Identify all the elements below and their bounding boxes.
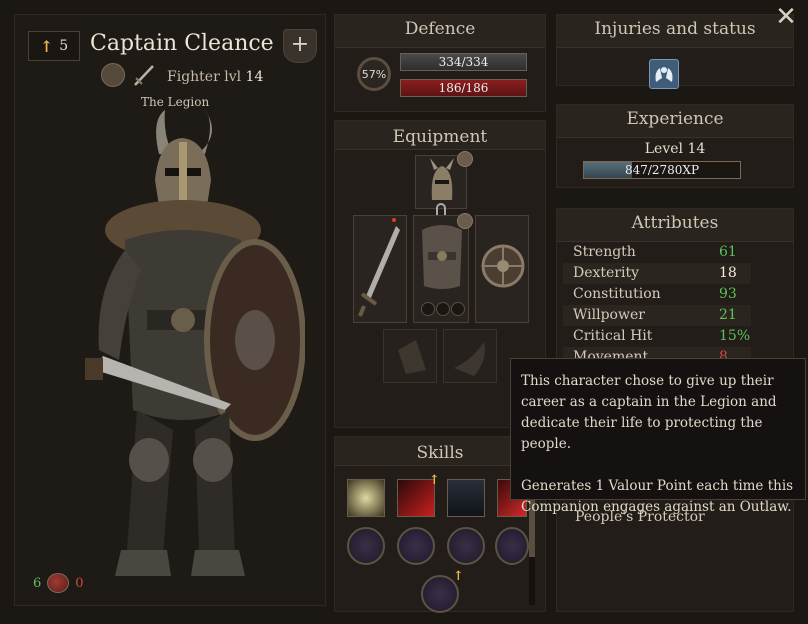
protective-hands-status-icon[interactable] <box>649 59 679 89</box>
experience-title: Experience <box>626 109 724 129</box>
character-level: 14 <box>245 69 264 85</box>
attribute-value: 18 <box>719 265 737 281</box>
lightning-skill-icon[interactable] <box>495 527 529 565</box>
character-panel: ↑ 5 Captain Cleance + Fighter lvl 14 The… <box>14 14 326 606</box>
gem-socket[interactable] <box>451 302 465 316</box>
sword-icon <box>358 226 400 317</box>
faction-label: The Legion <box>141 95 210 109</box>
attribute-value: 93 <box>719 286 737 302</box>
experience-level: Level 14 <box>644 141 706 157</box>
morality-counts: 6 0 <box>33 573 84 593</box>
swirl-skill-icon[interactable] <box>447 527 485 565</box>
notification-dot <box>392 218 396 222</box>
character-portrait <box>85 110 305 576</box>
guardian-skill-icon[interactable] <box>447 479 485 517</box>
empty-accessory-slot[interactable] <box>383 329 437 383</box>
health-bar[interactable]: 186/186 <box>400 79 527 97</box>
trait-tooltip: This character chose to give up their ca… <box>510 358 806 515</box>
experience-panel: Experience Level 14 847/2780XP <box>556 104 794 188</box>
equipment-title: Equipment <box>392 127 488 147</box>
attribute-value: 21 <box>719 307 737 323</box>
plus-shield-icon[interactable]: + <box>283 29 317 63</box>
attribute-row[interactable]: Critical Hit 15% <box>563 326 751 347</box>
character-name: Captain Cleance <box>90 31 274 56</box>
defence-percent-icon[interactable]: 57% <box>357 57 391 91</box>
attribute-row[interactable]: Strength 61 <box>563 242 751 263</box>
upgrade-arrow-icon: ↑ <box>453 569 464 584</box>
defence-title: Defence <box>404 19 476 39</box>
tri-blade-skill-icon[interactable] <box>347 479 385 517</box>
tooltip-paragraph: This character chose to give up their ca… <box>521 373 777 452</box>
xp-bar[interactable]: 847/2780XP <box>583 161 741 179</box>
round-shield-icon <box>481 244 525 288</box>
attribute-row[interactable]: Dexterity 18 <box>563 263 751 284</box>
tooltip-paragraph: Generates 1 Valour Point each time this … <box>521 478 794 515</box>
empty-accessory-slot[interactable] <box>443 329 497 383</box>
weapon-slot[interactable] <box>353 215 407 323</box>
empty-slot-icon <box>398 340 426 374</box>
gem-socket[interactable] <box>421 302 435 316</box>
morality-mask-icon[interactable] <box>47 573 70 593</box>
armor-bar[interactable]: 334/334 <box>400 53 527 71</box>
rank-badge[interactable]: ↑ 5 <box>28 31 80 61</box>
xp-text: 847/2780XP <box>624 163 700 177</box>
spin-skill-icon[interactable] <box>397 527 435 565</box>
shield-slot[interactable] <box>475 215 529 323</box>
injuries-title: Injuries and status <box>594 19 756 39</box>
class-icons <box>101 63 157 87</box>
cross-slash-skill-icon[interactable] <box>347 527 385 565</box>
upgrade-arrow-icon: ↑ <box>429 473 440 488</box>
attribute-value: 61 <box>719 244 737 260</box>
attribute-row[interactable]: Willpower 21 <box>563 305 751 326</box>
upgrade-badge-icon[interactable] <box>457 213 473 229</box>
rank-value: 5 <box>59 38 69 54</box>
body-armor-slot[interactable] <box>413 215 469 323</box>
empty-slot-icon <box>454 342 485 376</box>
attribute-value: 15% <box>719 328 751 344</box>
bad-count: 0 <box>75 575 84 591</box>
close-icon[interactable]: ✕ <box>774 4 798 30</box>
upgrade-badge-icon[interactable] <box>457 151 473 167</box>
defence-panel: Defence 57% 334/334 186/186 <box>334 14 546 112</box>
rank-up-arrow-icon: ↑ <box>39 36 54 56</box>
class-level: Fighter lvl 14 <box>167 69 264 85</box>
sword-class-icon <box>134 65 154 86</box>
attributes-title: Attributes <box>631 213 719 233</box>
injuries-panel: Injuries and status <box>556 14 794 89</box>
attribute-row[interactable]: Constitution 93 <box>563 284 751 305</box>
gem-socket[interactable] <box>436 302 450 316</box>
shield-class-icon <box>101 63 125 87</box>
good-count: 6 <box>33 575 42 591</box>
